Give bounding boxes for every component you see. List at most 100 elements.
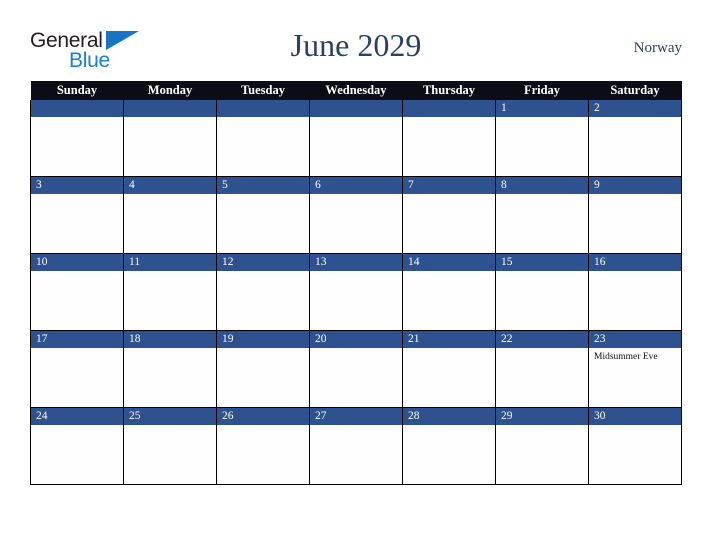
day-number: 2: [589, 100, 681, 117]
day-cell-inner: 21: [403, 331, 495, 407]
page-header: General Blue June 2029 Norway: [30, 24, 682, 74]
calendar-day-cell[interactable]: 4: [123, 176, 217, 254]
day-cell-inner: 27: [310, 408, 402, 484]
holiday-event-label: Midsummer Eve: [594, 352, 658, 362]
day-number: 9: [589, 177, 681, 194]
calendar-day-cell[interactable]: 10: [30, 253, 124, 331]
day-number-empty: [124, 100, 216, 117]
day-cell-inner: [217, 100, 309, 176]
calendar-day-cell[interactable]: 11: [123, 253, 217, 331]
day-number: 15: [496, 254, 588, 271]
calendar-week-row: 24 25 26 27 28 29 30: [30, 407, 682, 485]
day-cell-inner: 12: [217, 254, 309, 330]
day-number: 28: [403, 408, 495, 425]
day-number: 22: [496, 331, 588, 348]
day-number: 20: [310, 331, 402, 348]
day-cell-inner: 11: [124, 254, 216, 330]
day-number-empty: [31, 100, 123, 117]
day-number: 25: [124, 408, 216, 425]
calendar-day-cell[interactable]: 15: [495, 253, 589, 331]
weekday-header-wednesday: Wednesday: [309, 81, 403, 100]
calendar-day-cell[interactable]: 18: [123, 330, 217, 408]
calendar-day-cell[interactable]: 25: [123, 407, 217, 485]
day-cell-inner: 10: [31, 254, 123, 330]
calendar-day-cell[interactable]: 21: [402, 330, 496, 408]
country-label: Norway: [633, 40, 682, 56]
calendar-day-cell[interactable]: 2: [588, 100, 682, 177]
day-events: Midsummer Eve: [589, 348, 681, 363]
day-number: 24: [31, 408, 123, 425]
calendar-day-cell[interactable]: 6: [309, 176, 403, 254]
day-number: 10: [31, 254, 123, 271]
day-number: 18: [124, 331, 216, 348]
day-number: 27: [310, 408, 402, 425]
day-cell-inner: 17: [31, 331, 123, 407]
calendar-day-cell[interactable]: [216, 100, 310, 177]
calendar-body: 1 2 3 4 5 6 7 8 9 10 11 12 13 14 15 16 17 18 19 20 21 22 23 Mid…: [30, 100, 682, 485]
calendar-day-cell[interactable]: 3: [30, 176, 124, 254]
calendar-day-cell[interactable]: 14: [402, 253, 496, 331]
day-number-empty: [217, 100, 309, 117]
day-cell-inner: 30: [589, 408, 681, 484]
calendar-day-cell[interactable]: [30, 100, 124, 177]
day-number: 8: [496, 177, 588, 194]
calendar-day-cell[interactable]: 5: [216, 176, 310, 254]
page-title: June 2029: [290, 27, 422, 63]
calendar-day-cell[interactable]: 13: [309, 253, 403, 331]
day-cell-inner: 19: [217, 331, 309, 407]
weekday-header-tuesday: Tuesday: [216, 81, 310, 100]
calendar-day-cell[interactable]: 1: [495, 100, 589, 177]
calendar-day-cell[interactable]: 27: [309, 407, 403, 485]
calendar-day-cell[interactable]: 17: [30, 330, 124, 408]
day-cell-inner: 7: [403, 177, 495, 253]
day-cell-inner: 28: [403, 408, 495, 484]
day-cell-inner: 23 Midsummer Eve: [589, 331, 681, 407]
calendar-week-row: 10 11 12 13 14 15 16: [30, 253, 682, 331]
calendar-day-cell[interactable]: 20: [309, 330, 403, 408]
calendar-day-cell[interactable]: 23 Midsummer Eve: [588, 330, 682, 408]
calendar-day-cell[interactable]: 8: [495, 176, 589, 254]
calendar-day-cell[interactable]: 26: [216, 407, 310, 485]
day-cell-inner: 4: [124, 177, 216, 253]
day-number: 13: [310, 254, 402, 271]
day-cell-inner: [310, 100, 402, 176]
calendar-day-cell[interactable]: [309, 100, 403, 177]
day-number: 21: [403, 331, 495, 348]
day-number: 11: [124, 254, 216, 271]
day-number: 6: [310, 177, 402, 194]
day-cell-inner: 2: [589, 100, 681, 176]
day-cell-inner: 25: [124, 408, 216, 484]
day-cell-inner: 9: [589, 177, 681, 253]
day-cell-inner: 15: [496, 254, 588, 330]
calendar-day-cell[interactable]: 24: [30, 407, 124, 485]
calendar-day-cell[interactable]: 19: [216, 330, 310, 408]
calendar-head: Sunday Monday Tuesday Wednesday Thursday…: [30, 81, 682, 100]
day-cell-inner: [31, 100, 123, 176]
day-cell-inner: 3: [31, 177, 123, 253]
day-cell-inner: [124, 100, 216, 176]
weekday-header-friday: Friday: [495, 81, 589, 100]
calendar-day-cell[interactable]: 16: [588, 253, 682, 331]
calendar-day-cell[interactable]: [402, 100, 496, 177]
calendar-day-cell[interactable]: 30: [588, 407, 682, 485]
calendar-day-cell[interactable]: 22: [495, 330, 589, 408]
weekday-header-monday: Monday: [123, 81, 217, 100]
day-cell-inner: 29: [496, 408, 588, 484]
day-cell-inner: 13: [310, 254, 402, 330]
day-number-empty: [403, 100, 495, 117]
day-cell-inner: [403, 100, 495, 176]
calendar-day-cell[interactable]: [123, 100, 217, 177]
day-cell-inner: 5: [217, 177, 309, 253]
calendar-day-cell[interactable]: 29: [495, 407, 589, 485]
calendar-page: General Blue June 2029 Norway Sunday Mon…: [0, 0, 712, 550]
calendar-day-cell[interactable]: 28: [402, 407, 496, 485]
calendar-grid: Sunday Monday Tuesday Wednesday Thursday…: [30, 81, 682, 485]
weekday-header-row: Sunday Monday Tuesday Wednesday Thursday…: [30, 81, 682, 100]
calendar-week-row: 3456789: [30, 176, 682, 254]
calendar-day-cell[interactable]: 12: [216, 253, 310, 331]
calendar-day-cell[interactable]: 9: [588, 176, 682, 254]
weekday-header-sunday: Sunday: [30, 81, 124, 100]
calendar-day-cell[interactable]: 7: [402, 176, 496, 254]
day-number: 1: [496, 100, 588, 117]
day-number: 12: [217, 254, 309, 271]
